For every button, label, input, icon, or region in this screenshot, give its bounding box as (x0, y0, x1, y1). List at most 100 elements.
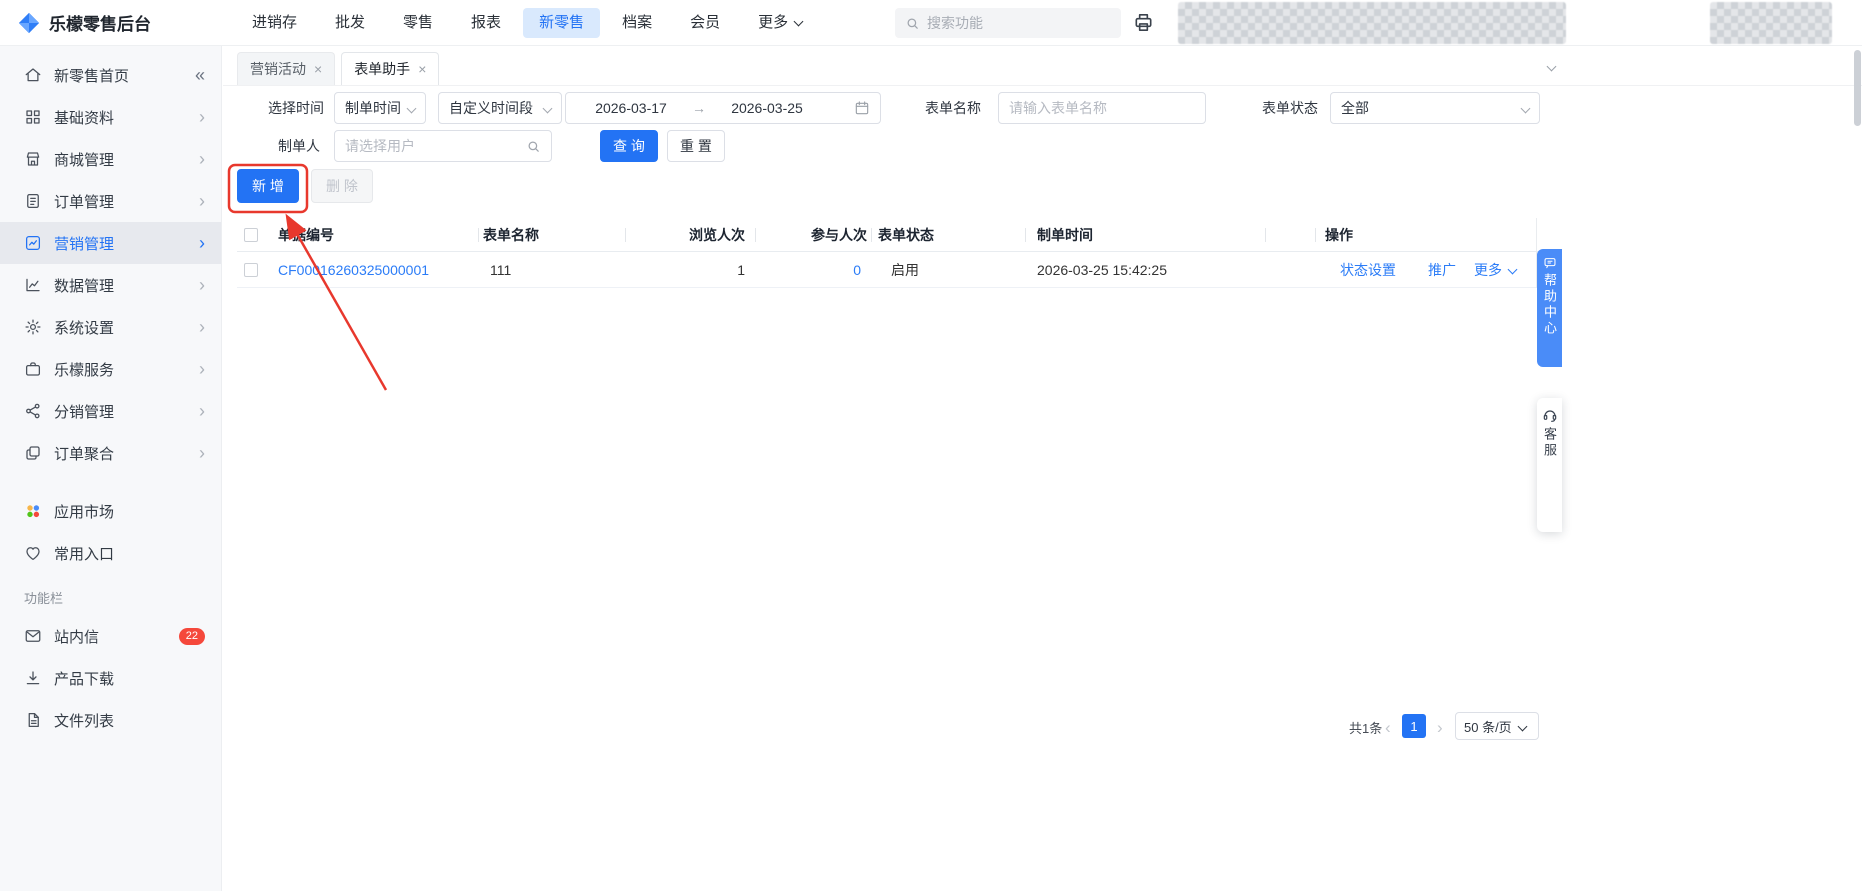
row-checkbox[interactable] (244, 263, 258, 277)
column-divider (1315, 228, 1316, 242)
form-name-input[interactable] (1009, 100, 1195, 116)
sidebar-item-distribution-management[interactable]: 分销管理 › (0, 390, 221, 432)
chevron-right-icon: › (199, 275, 205, 295)
form-name-label: 表单名称 (925, 100, 981, 116)
sidebar-item-label: 常用入口 (54, 545, 115, 563)
arrow-right-icon: → (692, 100, 706, 116)
sidebar-item-lemon-services[interactable]: 乐檬服务 › (0, 348, 221, 390)
customer-service-label: 客服 (1542, 427, 1557, 459)
file-icon (24, 711, 42, 729)
chevron-right-icon: › (199, 401, 205, 421)
sidebar-item-order-aggregation[interactable]: 订单聚合 › (0, 432, 221, 474)
form-name-cell: 111 (490, 262, 512, 278)
home-icon (24, 66, 42, 84)
time-type-select[interactable]: 制单时间 (334, 92, 426, 124)
pagination-total: 共1条 (1349, 721, 1383, 736)
sidebar-item-product-download[interactable]: 产品下载 (0, 657, 221, 699)
sidebar-item-label: 订单聚合 (54, 445, 115, 463)
search-input[interactable] (927, 15, 1111, 31)
current-page-button[interactable]: 1 (1402, 714, 1426, 738)
stack-icon (24, 444, 42, 462)
sidebar-item-messages[interactable]: 站内信 22 (0, 615, 221, 657)
sidebar-item-label: 基础资料 (54, 109, 115, 127)
close-icon[interactable]: × (314, 62, 322, 76)
query-button[interactable]: 查 询 (600, 130, 658, 162)
more-dropdown-link[interactable]: 更多 (1474, 252, 1518, 288)
nav-item-retail[interactable]: 零售 (387, 8, 449, 38)
time-range-value: 自定义时间段 (449, 100, 533, 116)
form-name-field[interactable] (998, 92, 1206, 124)
tab-overflow-chevron-icon[interactable] (1541, 59, 1557, 77)
header-participants: 参与人次 (811, 227, 867, 243)
sidebar-item-data-management[interactable]: 数据管理 › (0, 264, 221, 306)
calendar-icon (854, 100, 870, 116)
nav-item-report[interactable]: 报表 (455, 8, 517, 38)
sidebar-item-label: 系统设置 (54, 319, 115, 337)
next-page-icon[interactable]: › (1437, 715, 1443, 741)
form-status-value: 全部 (1341, 100, 1369, 116)
sidebar-item-marketing-management[interactable]: 营销管理 › (0, 222, 221, 264)
sidebar-item-common-entry[interactable]: 常用入口 (0, 532, 221, 574)
global-search[interactable] (895, 8, 1121, 38)
chevron-right-icon: › (199, 359, 205, 379)
created-at-cell: 2026-03-25 15:42:25 (1037, 262, 1167, 278)
tab-marketing-activity[interactable]: 营销活动 × (237, 52, 336, 85)
nav-item-new-retail[interactable]: 新零售 (523, 7, 601, 38)
reset-button[interactable]: 重 置 (667, 130, 725, 162)
chevron-down-icon (542, 103, 553, 113)
table-row: CF00016260325000001 111 1 0 启用 2026-03-2… (237, 252, 1559, 288)
sidebar-item-order-management[interactable]: 订单管理 › (0, 180, 221, 222)
nav-item-archives[interactable]: 档案 (606, 8, 668, 38)
collapse-sidebar-icon[interactable]: « (195, 65, 205, 86)
help-center-panel[interactable]: 帮助中心 (1537, 249, 1562, 367)
prev-page-icon[interactable]: ‹ (1385, 715, 1391, 741)
maker-input[interactable] (345, 138, 526, 154)
unread-count-badge: 22 (178, 627, 205, 645)
nav-item-purchase[interactable]: 进销存 (236, 8, 313, 38)
printer-icon[interactable] (1132, 11, 1155, 34)
forms-table: 单据编号 表单名称 浏览人次 参与人次 表单状态 制单时间 操作 CF00016… (237, 218, 1559, 288)
date-from[interactable]: 2026-03-17 (576, 100, 686, 116)
select-all-checkbox[interactable] (244, 228, 258, 242)
sidebar-item-label: 应用市场 (54, 503, 115, 521)
time-range-select[interactable]: 自定义时间段 (438, 92, 562, 124)
tab-label: 营销活动 (250, 61, 306, 77)
tab-form-assistant[interactable]: 表单助手 × (341, 52, 440, 85)
heart-icon (24, 544, 42, 562)
data-chart-icon (24, 276, 42, 294)
apps-icon (24, 502, 42, 520)
vertical-scrollbar-thumb[interactable] (1854, 50, 1861, 126)
promote-link[interactable]: 推广 (1428, 252, 1456, 288)
sidebar-item-app-market[interactable]: 应用市场 (0, 490, 221, 532)
sidebar-item-home[interactable]: 新零售首页 « (0, 54, 221, 96)
sidebar-item-mall-management[interactable]: 商城管理 › (0, 138, 221, 180)
close-icon[interactable]: × (418, 62, 426, 76)
top-nav: 进销存 批发 零售 报表 新零售 档案 会员 更多 (236, 7, 818, 38)
chevron-down-icon (406, 103, 417, 113)
date-to[interactable]: 2026-03-25 (712, 100, 822, 116)
page-size-select[interactable]: 50 条/页 (1455, 712, 1539, 740)
header-doc-no: 单据编号 (278, 227, 334, 243)
form-status-select[interactable]: 全部 (1330, 92, 1540, 124)
add-button[interactable]: 新 增 (237, 169, 299, 203)
maker-field[interactable] (334, 130, 552, 162)
chevron-down-icon (1517, 721, 1528, 731)
doc-no-link[interactable]: CF00016260325000001 (278, 252, 429, 288)
customer-service-panel[interactable]: 客服 (1537, 398, 1562, 532)
participants-link[interactable]: 0 (751, 252, 861, 288)
nav-item-members[interactable]: 会员 (674, 8, 736, 38)
header-actions: 操作 (1325, 227, 1353, 243)
tab-label: 表单助手 (354, 61, 411, 77)
sidebar-item-file-list[interactable]: 文件列表 (0, 699, 221, 741)
sidebar-item-basic-data[interactable]: 基础资料 › (0, 96, 221, 138)
nav-item-more[interactable]: 更多 (742, 8, 818, 38)
main-content: 营销活动 × 表单助手 × 选择时间 制单时间 自定义时间段 2026-03-1… (223, 46, 1862, 891)
app-logo[interactable]: 乐檬零售后台 (0, 10, 222, 35)
delete-button[interactable]: 删 除 (311, 169, 373, 203)
nav-item-wholesale[interactable]: 批发 (319, 8, 381, 38)
sidebar-item-system-settings[interactable]: 系统设置 › (0, 306, 221, 348)
status-setting-link[interactable]: 状态设置 (1340, 252, 1396, 288)
status-cell: 启用 (891, 262, 919, 278)
column-divider (871, 228, 872, 242)
date-range-picker[interactable]: 2026-03-17 → 2026-03-25 (565, 92, 881, 124)
